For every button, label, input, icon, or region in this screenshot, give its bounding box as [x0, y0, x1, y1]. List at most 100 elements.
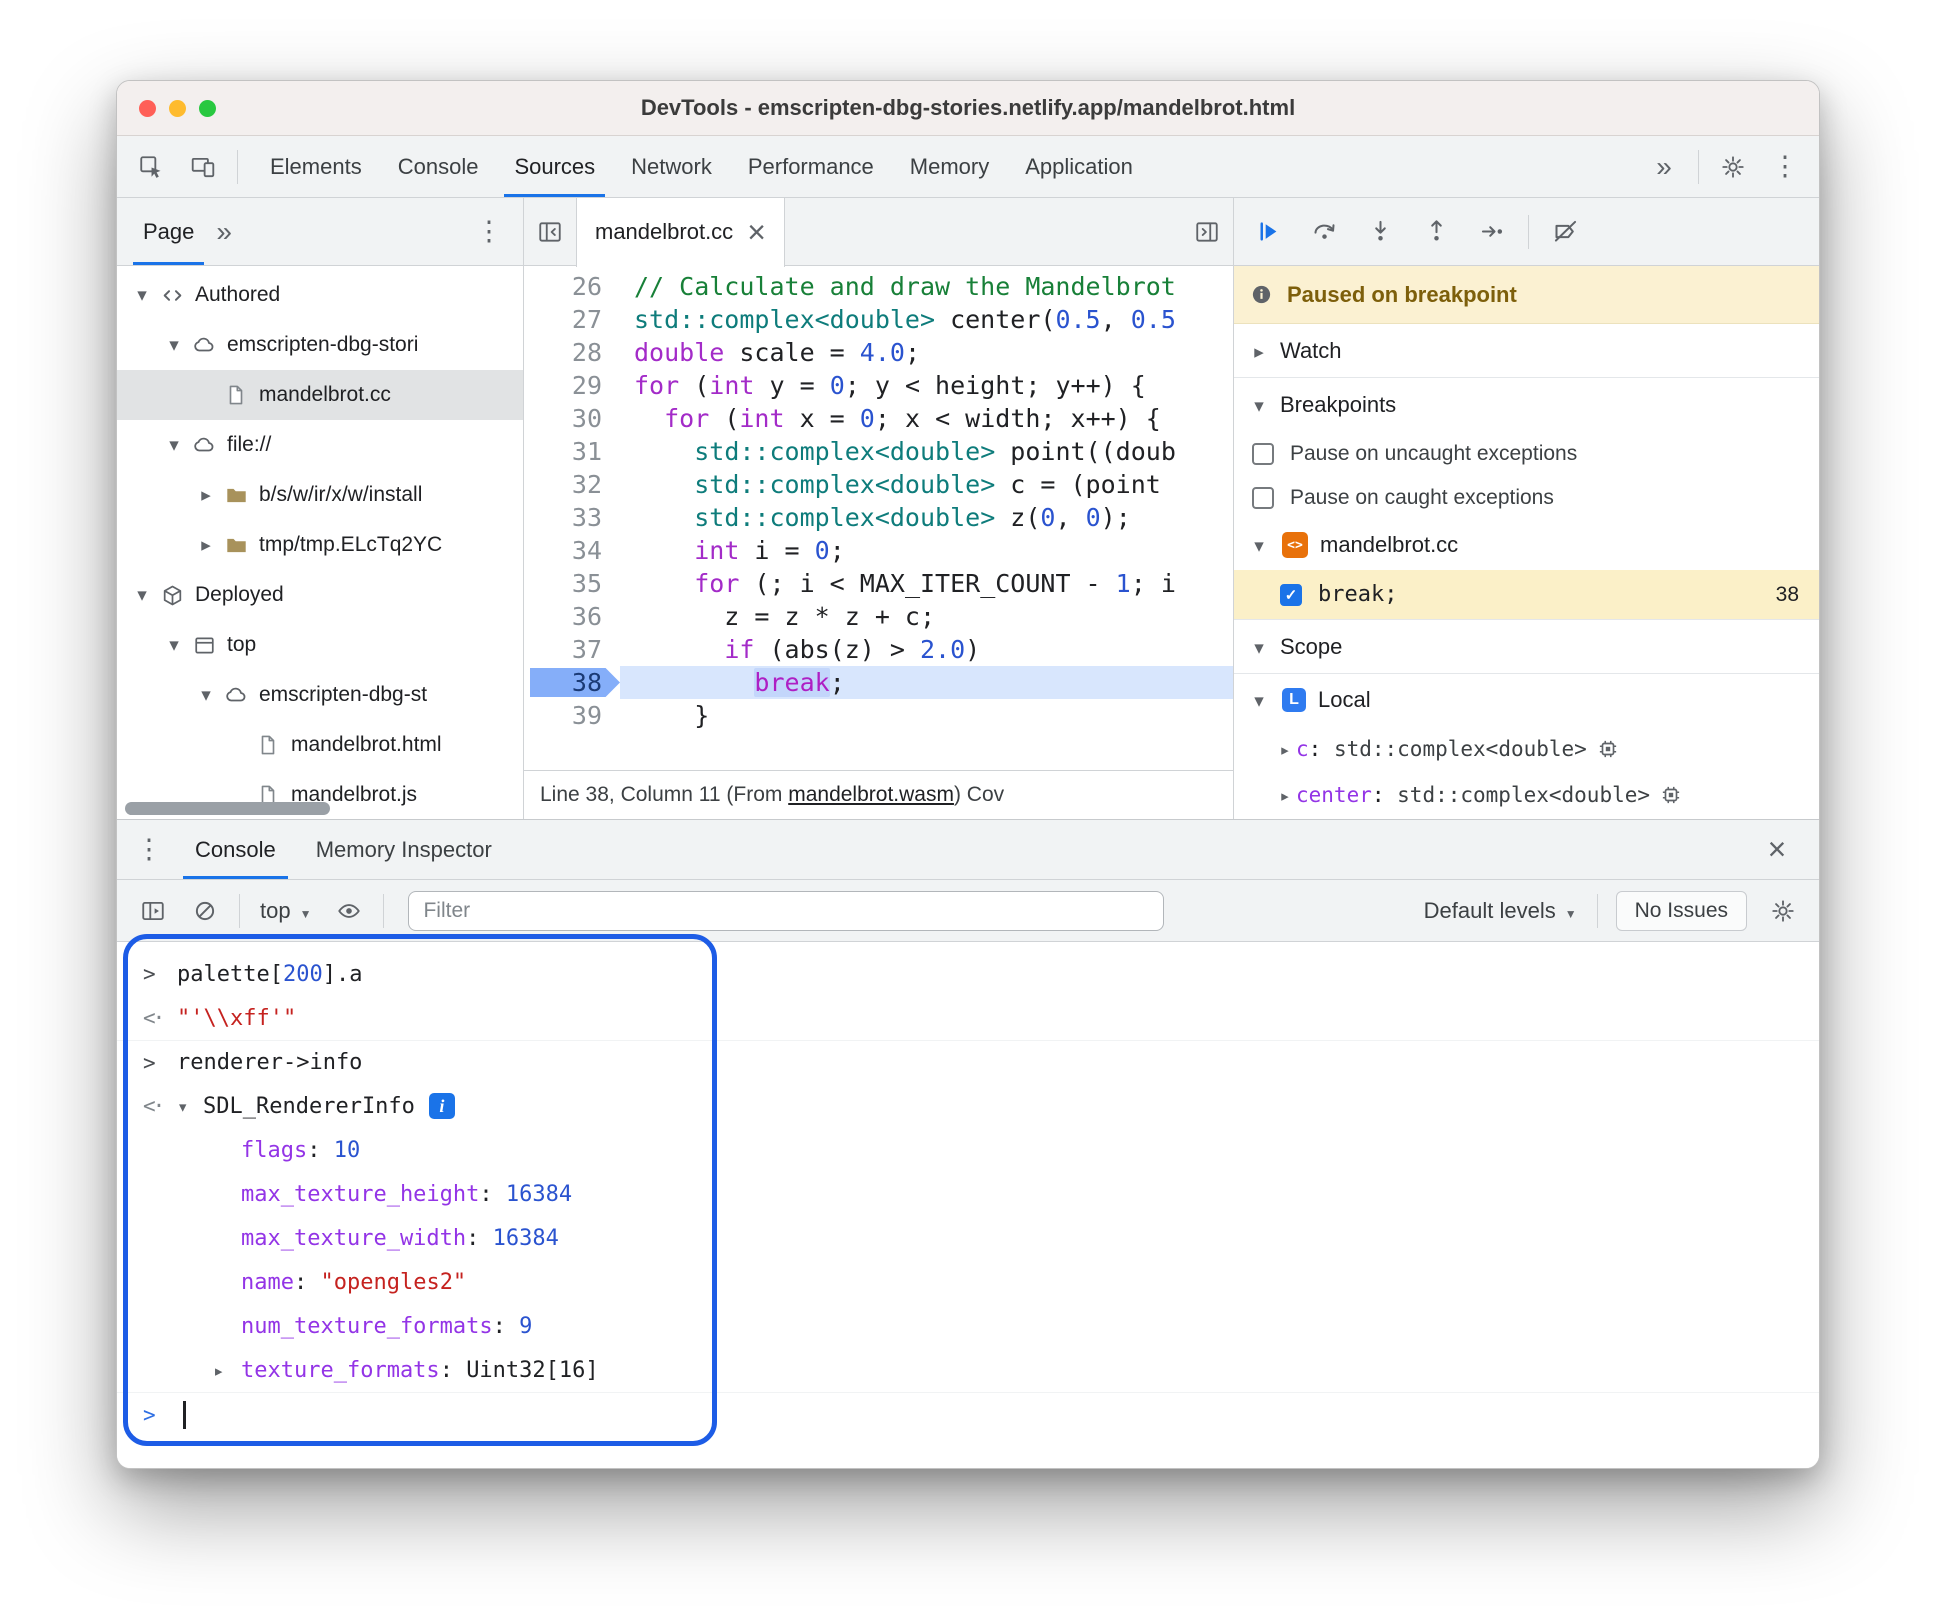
line-gutter[interactable]: 39	[524, 699, 620, 732]
code-line-28[interactable]: 28 double scale = 4.0;	[524, 336, 1233, 369]
console-input-row[interactable]: palette[200].a	[117, 952, 1819, 996]
console-property-max-texture-height[interactable]: max_texture_height: 16384	[117, 1172, 1819, 1216]
execution-context-selector[interactable]: top	[248, 898, 323, 924]
console-prompt[interactable]	[117, 1392, 1819, 1436]
code-line-29[interactable]: 29 for (int y = 0; y < height; y++) {	[524, 369, 1233, 402]
code-line-30[interactable]: 30 for (int x = 0; x < width; x++) {	[524, 402, 1233, 435]
step-out-button[interactable]	[1408, 204, 1464, 260]
line-gutter[interactable]: 34	[524, 534, 620, 567]
tree-item-mandelbrot-cc[interactable]: mandelbrot.cc	[117, 370, 523, 420]
tree-item-file[interactable]: file://	[117, 420, 523, 470]
line-gutter[interactable]: 38	[524, 666, 620, 699]
scope-variable-center[interactable]: center std::complex<double>	[1234, 772, 1819, 818]
scope-local-header[interactable]: Local	[1234, 674, 1819, 726]
code-line-37[interactable]: 37 if (abs(z) > 2.0)	[524, 633, 1233, 666]
console-filter-input[interactable]	[408, 890, 1165, 931]
line-gutter[interactable]: 30	[524, 402, 620, 435]
tab-sources[interactable]: Sources	[496, 136, 613, 197]
expander-open-icon[interactable]	[159, 633, 189, 657]
tab-performance[interactable]: Performance	[730, 136, 892, 197]
console-settings-button[interactable]	[1757, 885, 1809, 937]
horizontal-scrollbar[interactable]	[125, 802, 330, 815]
code-editor[interactable]: 26 // Calculate and draw the Mandelbrot 27…	[524, 266, 1233, 770]
expander-closed-icon[interactable]	[191, 483, 221, 507]
tab-page[interactable]: Page	[131, 198, 206, 265]
tab-application[interactable]: Application	[1007, 136, 1151, 197]
console-property-max-texture-width[interactable]: max_texture_width: 16384	[117, 1216, 1819, 1260]
device-toolbar-button[interactable]	[177, 141, 229, 193]
expander-closed-icon[interactable]	[213, 1358, 241, 1383]
code-line-36[interactable]: 36 z = z * z + c;	[524, 600, 1233, 633]
clear-console-button[interactable]	[179, 885, 231, 937]
tree-item-authored[interactable]: Authored	[117, 270, 523, 320]
tree-item-top[interactable]: top	[117, 620, 523, 670]
scope-variable-c[interactable]: c std::complex<double>	[1234, 726, 1819, 772]
line-gutter[interactable]: 26	[524, 270, 620, 303]
tab-memory-inspector[interactable]: Memory Inspector	[296, 820, 512, 879]
resume-button[interactable]	[1240, 204, 1296, 260]
console-property-flags[interactable]: flags: 10	[117, 1128, 1819, 1172]
navigator-menu-button[interactable]	[463, 206, 515, 258]
expander-closed-icon[interactable]	[191, 533, 221, 557]
breakpoint-entry[interactable]: break; 38	[1234, 570, 1819, 620]
line-gutter[interactable]: 36	[524, 600, 620, 633]
line-gutter[interactable]: 27	[524, 303, 620, 336]
hide-navigator-button[interactable]	[524, 206, 576, 258]
checkbox-unchecked-icon[interactable]	[1252, 443, 1274, 465]
checkbox-unchecked-icon[interactable]	[1252, 487, 1274, 509]
titlebar[interactable]: DevTools - emscripten-dbg-stories.netlif…	[117, 81, 1819, 136]
tab-network[interactable]: Network	[613, 136, 730, 197]
zoom-window-button[interactable]	[199, 99, 216, 117]
tab-elements[interactable]: Elements	[252, 136, 380, 197]
step-into-button[interactable]	[1352, 204, 1408, 260]
show-debugger-panel-button[interactable]	[1181, 206, 1233, 258]
tab-memory[interactable]: Memory	[892, 136, 1007, 197]
code-line-34[interactable]: 34 int i = 0;	[524, 534, 1233, 567]
expander-open-icon[interactable]	[127, 283, 157, 307]
console-property-num-texture-formats[interactable]: num_texture_formats: 9	[117, 1304, 1819, 1348]
drawer-menu-button[interactable]	[123, 824, 175, 876]
issues-counter[interactable]: No Issues	[1615, 890, 1747, 931]
console-property-texture-formats[interactable]: texture_formats: Uint32[16]	[117, 1348, 1819, 1392]
line-gutter[interactable]: 35	[524, 567, 620, 600]
console-sidebar-button[interactable]	[127, 885, 179, 937]
checkbox-checked-icon[interactable]	[1280, 583, 1302, 606]
breakpoint-file-group[interactable]: mandelbrot.cc	[1234, 520, 1819, 570]
code-line-27[interactable]: 27 std::complex<double> center(0.5, 0.5	[524, 303, 1233, 336]
line-gutter[interactable]: 32	[524, 468, 620, 501]
tree-item-emscripten-dbg-stori[interactable]: emscripten-dbg-stori	[117, 320, 523, 370]
console-object-preview[interactable]: SDL_RendererInfo i	[117, 1084, 1819, 1128]
console-input-row[interactable]: renderer->info	[117, 1040, 1819, 1084]
info-badge-icon[interactable]: i	[428, 1093, 455, 1119]
breakpoints-section-header[interactable]: Breakpoints	[1234, 378, 1819, 432]
code-line-38[interactable]: 38 break;	[524, 666, 1233, 699]
console-property-name[interactable]: name: "opengles2"	[117, 1260, 1819, 1304]
line-gutter[interactable]: 33	[524, 501, 620, 534]
live-expression-button[interactable]	[323, 885, 375, 937]
close-tab-icon[interactable]	[747, 214, 766, 251]
line-gutter[interactable]: 31	[524, 435, 620, 468]
code-line-31[interactable]: 31 std::complex<double> point((doub	[524, 435, 1233, 468]
expander-open-icon[interactable]	[191, 683, 221, 707]
close-window-button[interactable]	[139, 99, 156, 117]
console-messages[interactable]: palette[200].a "'\\xff'" renderer->info SDL…	[117, 942, 1819, 1468]
tree-item-deployed[interactable]: Deployed	[117, 570, 523, 620]
line-gutter[interactable]: 37	[524, 633, 620, 666]
minimize-window-button[interactable]	[169, 99, 186, 117]
line-gutter[interactable]: 28	[524, 336, 620, 369]
scope-section-header[interactable]: Scope	[1234, 620, 1819, 674]
tree-item-tmp-tmp-elctq2yc[interactable]: tmp/tmp.ELcTq2YC	[117, 520, 523, 570]
tab-console[interactable]: Console	[380, 136, 497, 197]
inspect-element-button[interactable]	[125, 141, 177, 193]
pause-uncaught-exceptions-row[interactable]: Pause on uncaught exceptions	[1234, 432, 1819, 476]
close-drawer-button[interactable]	[1751, 824, 1803, 876]
code-line-26[interactable]: 26 // Calculate and draw the Mandelbrot	[524, 270, 1233, 303]
expander-open-icon[interactable]	[177, 1094, 203, 1119]
code-line-35[interactable]: 35 for (; i < MAX_ITER_COUNT - 1; i	[524, 567, 1233, 600]
customize-menu-button[interactable]	[1759, 141, 1811, 193]
line-gutter[interactable]: 29	[524, 369, 620, 402]
more-navigator-tabs-button[interactable]	[216, 216, 232, 248]
watch-section-header[interactable]: Watch	[1234, 324, 1819, 378]
tree-item-b-s-w-ir-x-w-install[interactable]: b/s/w/ir/x/w/install	[117, 470, 523, 520]
memory-inspector-icon[interactable]	[1597, 738, 1619, 760]
